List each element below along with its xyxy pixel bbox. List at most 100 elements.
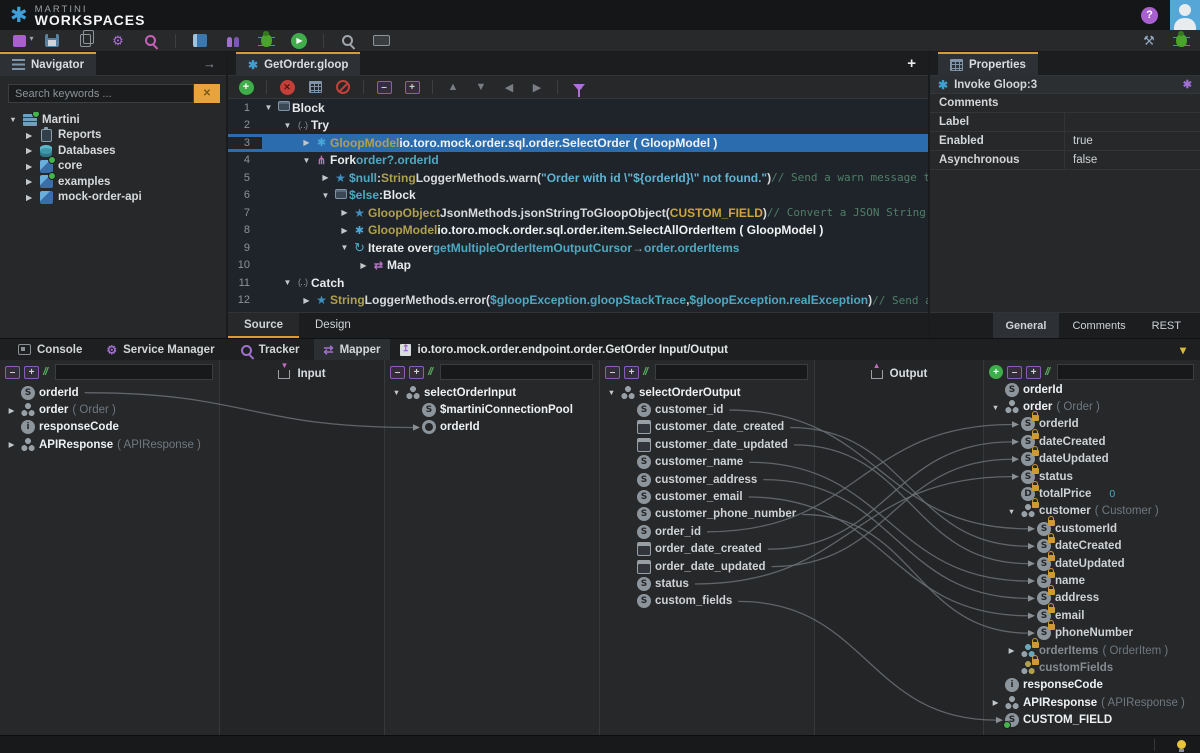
expander-icon[interactable]: ▼ <box>391 388 402 397</box>
tree-node-customer_phone_number[interactable]: Scustomer_phone_number <box>602 506 814 523</box>
tree-node-customer_date_updated[interactable]: customer_date_updated <box>602 436 814 453</box>
move-left-icon[interactable]: ◀ <box>501 79 517 95</box>
code-line-9[interactable]: 9▼↻Iterate over getMultipleOrderItemOutp… <box>228 239 928 257</box>
expander-icon[interactable]: ▼ <box>281 121 294 130</box>
services-icon[interactable]: ⚙ <box>109 33 127 49</box>
debug-icon[interactable] <box>257 33 275 49</box>
search-icon[interactable] <box>339 33 357 49</box>
code-line-11[interactable]: 11▼(‥)Catch <box>228 274 928 292</box>
collapse-all-icon[interactable]: – <box>5 366 20 379</box>
pane-filter-input[interactable] <box>1057 364 1194 380</box>
code-line-2[interactable]: 2▼(‥)Try <box>228 117 928 135</box>
tab-comments[interactable]: Comments <box>1059 313 1138 338</box>
code-line-8[interactable]: 8▶✱GloopModel io.toro.mock.order.sql.ord… <box>228 222 928 240</box>
tree-node-selectOrderInput[interactable]: ▼selectOrderInput <box>387 384 599 401</box>
property-value[interactable] <box>1064 113 1200 131</box>
tree-node-dateCreated[interactable]: SdateCreated <box>986 538 1200 555</box>
tab-service-manager[interactable]: ⚙ Service Manager <box>96 339 224 361</box>
tree-node-orderId[interactable]: orderId <box>387 419 599 436</box>
expander-icon[interactable]: ▶ <box>319 173 332 182</box>
pane-filter-input[interactable] <box>655 364 808 380</box>
tree-node-email[interactable]: Semail <box>986 607 1200 624</box>
expand-all-icon[interactable]: + <box>409 366 424 379</box>
expander-icon[interactable]: ▼ <box>262 103 275 112</box>
lightbulb-icon[interactable] <box>1177 740 1186 749</box>
tree-node-dateUpdated[interactable]: SdateUpdated <box>986 451 1200 468</box>
property-row-enabled[interactable]: Enabledtrue <box>930 132 1200 151</box>
expander-icon[interactable]: ▶ <box>338 226 351 235</box>
tree-node-order_date_created[interactable]: order_date_created <box>602 541 814 558</box>
pane-filter-input[interactable] <box>440 364 593 380</box>
expander-icon[interactable]: ▶ <box>357 261 370 270</box>
code-line-6[interactable]: 6▼$else : Block <box>228 187 928 205</box>
tree-node-orderItems[interactable]: ▶orderItems( OrderItem ) <box>986 642 1200 659</box>
expander-icon[interactable]: ▼ <box>1006 507 1017 516</box>
collapse-all-icon[interactable]: – <box>390 366 405 379</box>
comment-icon[interactable]: // <box>643 366 647 378</box>
tree-node-custom_fields[interactable]: Scustom_fields <box>602 593 814 610</box>
code-line-3[interactable]: 3▶✱GloopModel io.toro.mock.order.sql.ord… <box>228 134 928 152</box>
expand-all-icon[interactable]: + <box>404 79 420 95</box>
expander-icon[interactable]: ▼ <box>281 278 294 287</box>
tree-node-customerId[interactable]: ScustomerId <box>986 520 1200 537</box>
expander-icon[interactable]: ▶ <box>6 406 17 415</box>
code-line-10[interactable]: 10▶⇄Map <box>228 257 928 275</box>
tree-node-customer_address[interactable]: Scustomer_address <box>602 471 814 488</box>
debug-service-icon[interactable] <box>1172 33 1190 49</box>
package-icon[interactable] <box>191 33 209 49</box>
property-row-asynchronous[interactable]: Asynchronousfalse <box>930 151 1200 170</box>
sidebar-item-martini[interactable]: ▼Martini <box>4 112 224 128</box>
tab-design[interactable]: Design <box>299 313 367 338</box>
expander-icon[interactable]: ▶ <box>24 146 34 155</box>
tree-node-orderId[interactable]: SorderId <box>986 416 1200 433</box>
expander-icon[interactable]: ▶ <box>338 208 351 217</box>
delete-step-icon[interactable]: ✕ <box>279 79 295 95</box>
sidebar-item-examples[interactable]: ▶examples <box>4 174 224 190</box>
expander-icon[interactable]: ▶ <box>24 177 34 186</box>
tab-tracker[interactable]: Tracker <box>229 339 310 361</box>
sidebar-item-core[interactable]: ▶core <box>4 159 224 175</box>
expander-icon[interactable]: ▶ <box>1006 646 1017 655</box>
search-options-button[interactable]: ✕ <box>194 84 220 103</box>
tree-node-selectOrderOutput[interactable]: ▼selectOrderOutput <box>602 384 814 401</box>
move-right-icon[interactable]: ▶ <box>529 79 545 95</box>
expander-icon[interactable]: ▶ <box>990 698 1001 707</box>
tab-source[interactable]: Source <box>228 313 299 338</box>
property-value[interactable] <box>1064 94 1200 112</box>
tree-node-customer_date_created[interactable]: customer_date_created <box>602 419 814 436</box>
code-line-5[interactable]: 5▶★$null : String LoggerMethods.warn( "O… <box>228 169 928 187</box>
tree-node-APIResponse[interactable]: ▶APIResponse( APIResponse ) <box>2 436 219 453</box>
property-row-label[interactable]: Label <box>930 113 1200 132</box>
open-service-icon[interactable]: ✱ <box>1183 78 1192 91</box>
code-line-4[interactable]: 4▼⋔Fork order?.orderId <box>228 152 928 170</box>
tree-node-customer_email[interactable]: Scustomer_email <box>602 488 814 505</box>
collapse-all-icon[interactable]: – <box>605 366 620 379</box>
move-up-icon[interactable]: ▲ <box>445 79 461 95</box>
tree-node-customer[interactable]: ▼customer( Customer ) <box>986 503 1200 520</box>
expander-icon[interactable]: ▼ <box>990 403 1001 412</box>
search-service-icon[interactable] <box>142 33 160 49</box>
pane-filter-input[interactable] <box>55 364 213 380</box>
tree-node-orderId[interactable]: SorderId <box>2 384 219 401</box>
new-icon[interactable] <box>10 33 28 49</box>
tree-node-$martiniConnectionPool[interactable]: S$martiniConnectionPool <box>387 401 599 418</box>
tree-node-APIResponse[interactable]: ▶APIResponse( APIResponse ) <box>986 694 1200 711</box>
expander-icon[interactable]: ▶ <box>24 131 34 140</box>
tree-node-dateCreated[interactable]: SdateCreated <box>986 433 1200 450</box>
add-step-icon[interactable]: + <box>238 79 254 95</box>
expander-icon[interactable]: ▶ <box>6 440 17 449</box>
property-value[interactable]: true <box>1064 132 1200 150</box>
tab-navigator[interactable]: Navigator <box>0 52 96 76</box>
expand-all-icon[interactable]: + <box>624 366 639 379</box>
expander-icon[interactable]: ▼ <box>338 243 351 252</box>
tab-rest[interactable]: REST <box>1139 313 1194 338</box>
expander-icon[interactable]: ▶ <box>300 138 313 147</box>
sidebar-item-databases[interactable]: ▶Databases <box>4 143 224 159</box>
collapse-all-icon[interactable]: – <box>376 79 392 95</box>
tree-node-dateUpdated[interactable]: SdateUpdated <box>986 555 1200 572</box>
property-value[interactable]: false <box>1064 151 1200 169</box>
search-input[interactable] <box>8 84 194 103</box>
expander-icon[interactable]: ▼ <box>319 191 332 200</box>
add-field-icon[interactable]: + <box>989 365 1003 379</box>
console-icon[interactable] <box>372 33 390 49</box>
